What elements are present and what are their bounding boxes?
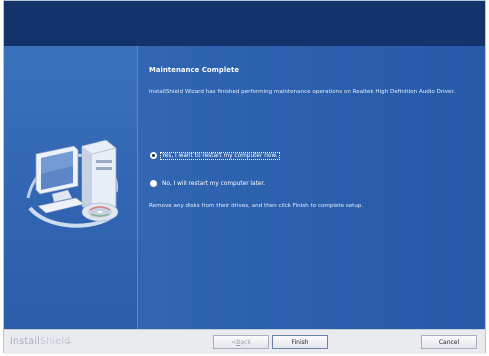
pane-divider (137, 46, 138, 329)
restart-now-label[interactable]: Yes, I want to restart my computer now. (160, 151, 280, 160)
remove-disks-instruction: Remove any disks from their drives, and … (149, 203, 364, 209)
header-band (4, 1, 485, 46)
restart-now-radio[interactable]: Yes, I want to restart my computer now. (150, 151, 280, 160)
computer-with-cd-icon (26, 139, 119, 228)
footer-bar: InstallShield < Back Finish Cancel (4, 329, 485, 354)
radio-button-unselected[interactable] (150, 180, 157, 187)
restart-later-label[interactable]: No, I will restart my computer later. (161, 181, 266, 187)
restart-later-radio[interactable]: No, I will restart my computer later. (150, 180, 266, 187)
installshield-logo: InstallShield (10, 336, 71, 347)
radio-button-selected[interactable] (150, 152, 157, 159)
maintenance-description: InstallShield Wizard has finished perfor… (149, 89, 456, 95)
finish-button[interactable]: Finish (272, 335, 328, 349)
page-title: Maintenance Complete (149, 66, 240, 74)
footer-separator (67, 342, 71, 343)
cancel-button[interactable]: Cancel (421, 335, 477, 349)
back-button[interactable]: < Back (213, 335, 269, 349)
